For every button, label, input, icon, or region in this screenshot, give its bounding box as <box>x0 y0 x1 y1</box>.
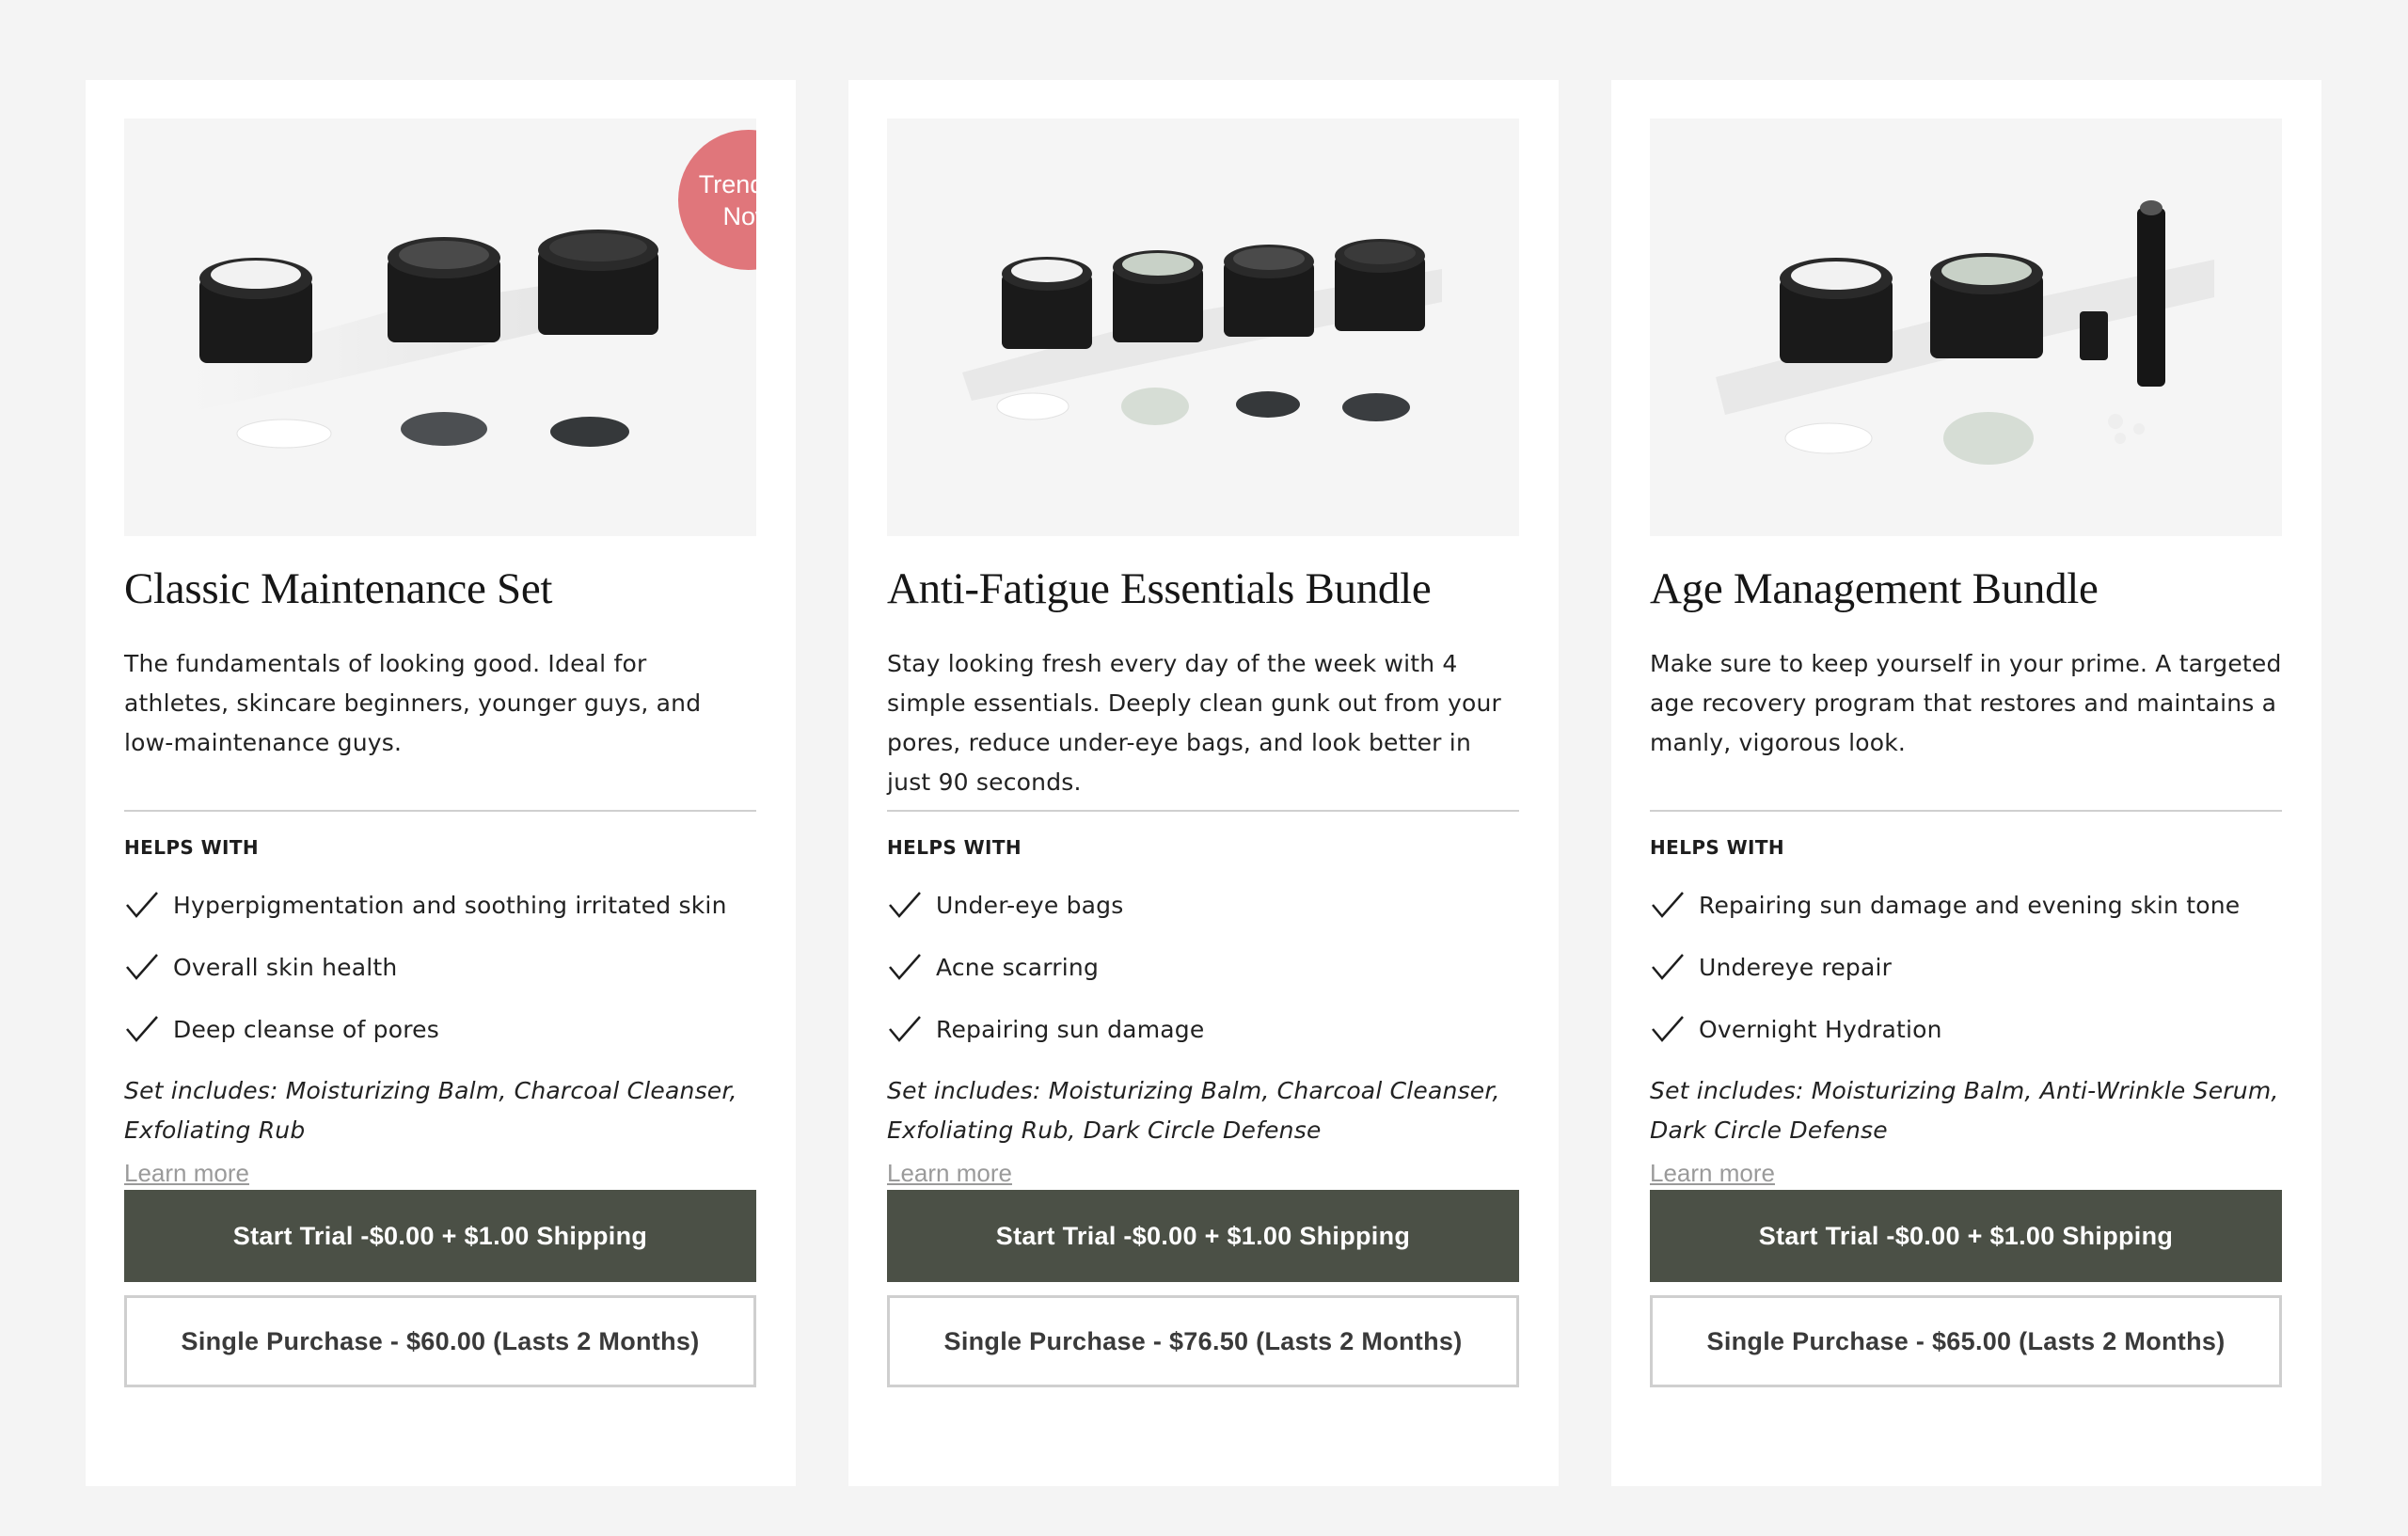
product-card-classic: Trending Now Classic Maintenance Set The… <box>86 80 796 1486</box>
set-includes: Set includes: Moisturizing Balm, Charcoa… <box>124 1077 737 1144</box>
jars-illustration <box>962 239 1442 425</box>
helps-with-heading: HELPS WITH <box>124 836 260 859</box>
single-purchase-button[interactable]: Single Purchase - $65.00 (Lasts 2 Months… <box>1650 1295 2282 1387</box>
product-title: Anti-Fatigue Essentials Bundle <box>887 564 1432 613</box>
product-image[interactable] <box>1650 119 2282 536</box>
product-card-anti-fatigue: Anti-Fatigue Essentials Bundle Stay look… <box>848 80 1559 1486</box>
single-purchase-button[interactable]: Single Purchase - $60.00 (Lasts 2 Months… <box>124 1295 756 1387</box>
product-title: Age Management Bundle <box>1650 564 2099 613</box>
product-image[interactable]: Trending Now <box>124 119 756 536</box>
helps-item-label: Repairing sun damage and evening skin to… <box>1699 891 2241 919</box>
helps-with-list: Hyperpigmentation and soothing irritated… <box>124 874 756 1060</box>
helps-with-heading: HELPS WITH <box>887 836 1022 859</box>
helps-item: Overnight Hydration <box>1650 998 2282 1060</box>
jars-illustration <box>1716 200 2214 465</box>
checkmark-icon <box>126 1016 158 1042</box>
helps-item-label: Under-eye bags <box>936 891 1124 919</box>
divider <box>887 810 1519 812</box>
learn-more-link[interactable]: Learn more <box>887 1156 1519 1190</box>
single-purchase-button[interactable]: Single Purchase - $76.50 (Lasts 2 Months… <box>887 1295 1519 1387</box>
divider <box>1650 810 2282 812</box>
helps-item: Hyperpigmentation and soothing irritated… <box>124 874 756 936</box>
learn-more-link[interactable]: Learn more <box>1650 1156 2282 1190</box>
helps-item-label: Hyperpigmentation and soothing irritated… <box>173 891 727 919</box>
checkmark-icon <box>889 892 921 918</box>
helps-item: Acne scarring <box>887 936 1519 998</box>
start-trial-button[interactable]: Start Trial -$0.00 + $1.00 Shipping <box>124 1190 756 1282</box>
start-trial-button[interactable]: Start Trial -$0.00 + $1.00 Shipping <box>1650 1190 2282 1282</box>
helps-item: Undereye repair <box>1650 936 2282 998</box>
helps-item-label: Overnight Hydration <box>1699 1015 1942 1043</box>
helps-with-list: Repairing sun damage and evening skin to… <box>1650 874 2282 1060</box>
checkmark-icon <box>1652 1016 1684 1042</box>
helps-item: Overall skin health <box>124 936 756 998</box>
helps-item-label: Overall skin health <box>173 953 398 981</box>
checkmark-icon <box>889 954 921 980</box>
learn-more-link[interactable]: Learn more <box>124 1156 756 1190</box>
checkmark-icon <box>126 892 158 918</box>
product-card-age-management: Age Management Bundle Make sure to keep … <box>1611 80 2321 1486</box>
divider <box>124 810 756 812</box>
helps-item: Under-eye bags <box>887 874 1519 936</box>
checkmark-icon <box>126 954 158 980</box>
jars-illustration <box>190 230 658 449</box>
start-trial-button[interactable]: Start Trial -$0.00 + $1.00 Shipping <box>887 1190 1519 1282</box>
helps-item-label: Deep cleanse of pores <box>173 1015 439 1043</box>
helps-item-label: Repairing sun damage <box>936 1015 1205 1043</box>
helps-with-list: Under-eye bags Acne scarring Repairing s… <box>887 874 1519 1060</box>
checkmark-icon <box>1652 892 1684 918</box>
checkmark-icon <box>889 1016 921 1042</box>
product-image[interactable] <box>887 119 1519 536</box>
helps-item: Repairing sun damage <box>887 998 1519 1060</box>
product-description: The fundamentals of looking good. Ideal … <box>124 650 702 756</box>
product-title: Classic Maintenance Set <box>124 564 553 613</box>
helps-item: Repairing sun damage and evening skin to… <box>1650 874 2282 936</box>
helps-with-heading: HELPS WITH <box>1650 836 1785 859</box>
set-includes: Set includes: Moisturizing Balm, Charcoa… <box>887 1077 1500 1144</box>
checkmark-icon <box>1652 954 1684 980</box>
helps-item: Deep cleanse of pores <box>124 998 756 1060</box>
helps-item-label: Acne scarring <box>936 953 1100 981</box>
set-includes: Set includes: Moisturizing Balm, Anti-Wr… <box>1650 1077 2279 1144</box>
product-description: Make sure to keep yourself in your prime… <box>1650 650 2282 756</box>
product-description: Stay looking fresh every day of the week… <box>887 650 1502 796</box>
helps-item-label: Undereye repair <box>1699 953 1893 981</box>
